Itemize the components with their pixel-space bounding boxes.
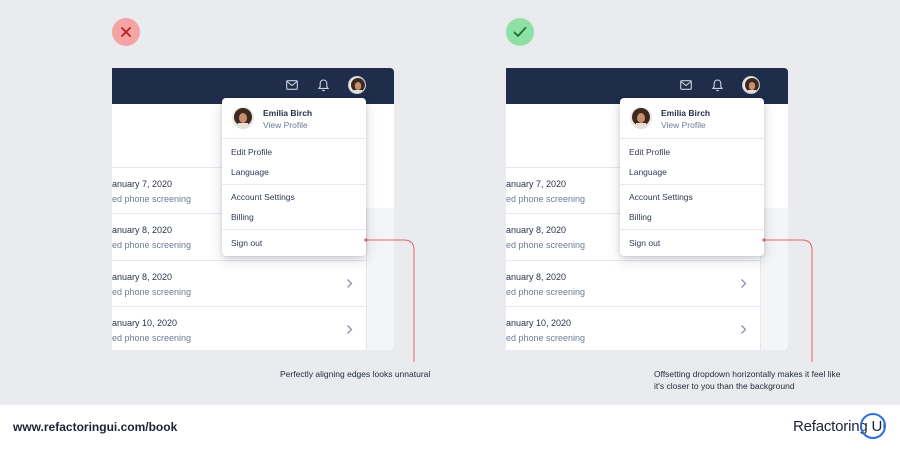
check-icon — [513, 26, 527, 37]
user-name: Emilia Birch — [661, 108, 711, 118]
x-icon — [121, 27, 131, 37]
menu-item-account-settings[interactable]: Account Settings — [629, 192, 693, 202]
user-name: Emilia Birch — [263, 108, 313, 118]
row-date: anuary 10, 2020 — [112, 318, 178, 328]
avatar[interactable] — [742, 76, 760, 94]
row-status: ed phone screening — [112, 194, 192, 204]
divider — [620, 229, 764, 230]
menu-item-sign-out[interactable]: Sign out — [231, 238, 262, 248]
menu-item-edit-profile[interactable]: Edit Profile — [231, 147, 272, 157]
list-item[interactable]: anuary 10, 2020 ed phone screening — [506, 306, 760, 350]
caption: Perfectly aligning edges looks unnatural — [280, 369, 431, 379]
list-item[interactable]: anuary 8, 2020 ed phone screening — [112, 260, 366, 306]
menu-item-account-settings[interactable]: Account Settings — [231, 192, 295, 202]
list-item[interactable]: anuary 10, 2020 ed phone screening — [112, 306, 366, 350]
divider — [222, 184, 366, 185]
row-status: ed phone screening — [112, 333, 192, 343]
callout-line — [762, 238, 813, 362]
row-date: anuary 8, 2020 — [506, 225, 567, 235]
bell-icon[interactable] — [318, 79, 329, 92]
caption-line: it's closer to you than the background — [654, 381, 795, 391]
bell-icon[interactable] — [712, 79, 723, 92]
menu-item-sign-out[interactable]: Sign out — [629, 238, 660, 248]
footer: www.refactoringui.com/book Refactoring U… — [0, 405, 900, 450]
dropdown-header[interactable]: Emilia Birch View Profile — [222, 98, 366, 139]
list-item[interactable]: anuary 8, 2020 ed phone screening — [506, 260, 760, 306]
row-status: ed phone screening — [506, 240, 586, 250]
chevron-right-icon[interactable] — [740, 324, 747, 335]
brand-logo-ring — [860, 413, 886, 439]
row-date: anuary 7, 2020 — [112, 179, 173, 189]
chevron-right-icon[interactable] — [740, 278, 747, 289]
row-status: ed phone screening — [506, 194, 586, 204]
row-status: ed phone screening — [112, 240, 192, 250]
menu-item-language[interactable]: Language — [629, 167, 667, 177]
view-profile-link[interactable]: View Profile — [263, 120, 308, 130]
dropdown-header[interactable]: Emilia Birch View Profile — [620, 98, 764, 139]
avatar[interactable] — [348, 76, 366, 94]
row-status: ed phone screening — [506, 287, 586, 297]
chevron-right-icon[interactable] — [346, 278, 353, 289]
divider — [222, 229, 366, 230]
row-status: ed phone screening — [506, 333, 586, 343]
row-date: anuary 7, 2020 — [506, 179, 567, 189]
menu-item-language[interactable]: Language — [231, 167, 269, 177]
row-date: anuary 8, 2020 — [112, 272, 173, 282]
mail-icon[interactable] — [286, 80, 298, 90]
avatar — [232, 107, 254, 129]
profile-dropdown: Emilia Birch View Profile Edit Profile L… — [222, 98, 366, 256]
row-date: anuary 8, 2020 — [112, 225, 173, 235]
mail-icon[interactable] — [680, 80, 692, 90]
callout-line — [364, 238, 415, 362]
avatar — [630, 107, 652, 129]
divider — [620, 184, 764, 185]
view-profile-link[interactable]: View Profile — [661, 120, 706, 130]
menu-item-billing[interactable]: Billing — [231, 212, 254, 222]
menu-item-edit-profile[interactable]: Edit Profile — [629, 147, 670, 157]
row-status: ed phone screening — [112, 287, 192, 297]
book-url-link[interactable]: www.refactoringui.com/book — [13, 420, 177, 434]
menu-item-billing[interactable]: Billing — [629, 212, 652, 222]
caption: Offsetting dropdown horizontally makes i… — [654, 368, 840, 392]
incorrect-badge — [112, 18, 140, 46]
row-date: anuary 10, 2020 — [506, 318, 572, 328]
correct-badge — [506, 18, 534, 46]
profile-dropdown: Emilia Birch View Profile Edit Profile L… — [620, 98, 764, 256]
caption-line: Offsetting dropdown horizontally makes i… — [654, 369, 841, 379]
chevron-right-icon[interactable] — [346, 324, 353, 335]
row-date: anuary 8, 2020 — [506, 272, 567, 282]
